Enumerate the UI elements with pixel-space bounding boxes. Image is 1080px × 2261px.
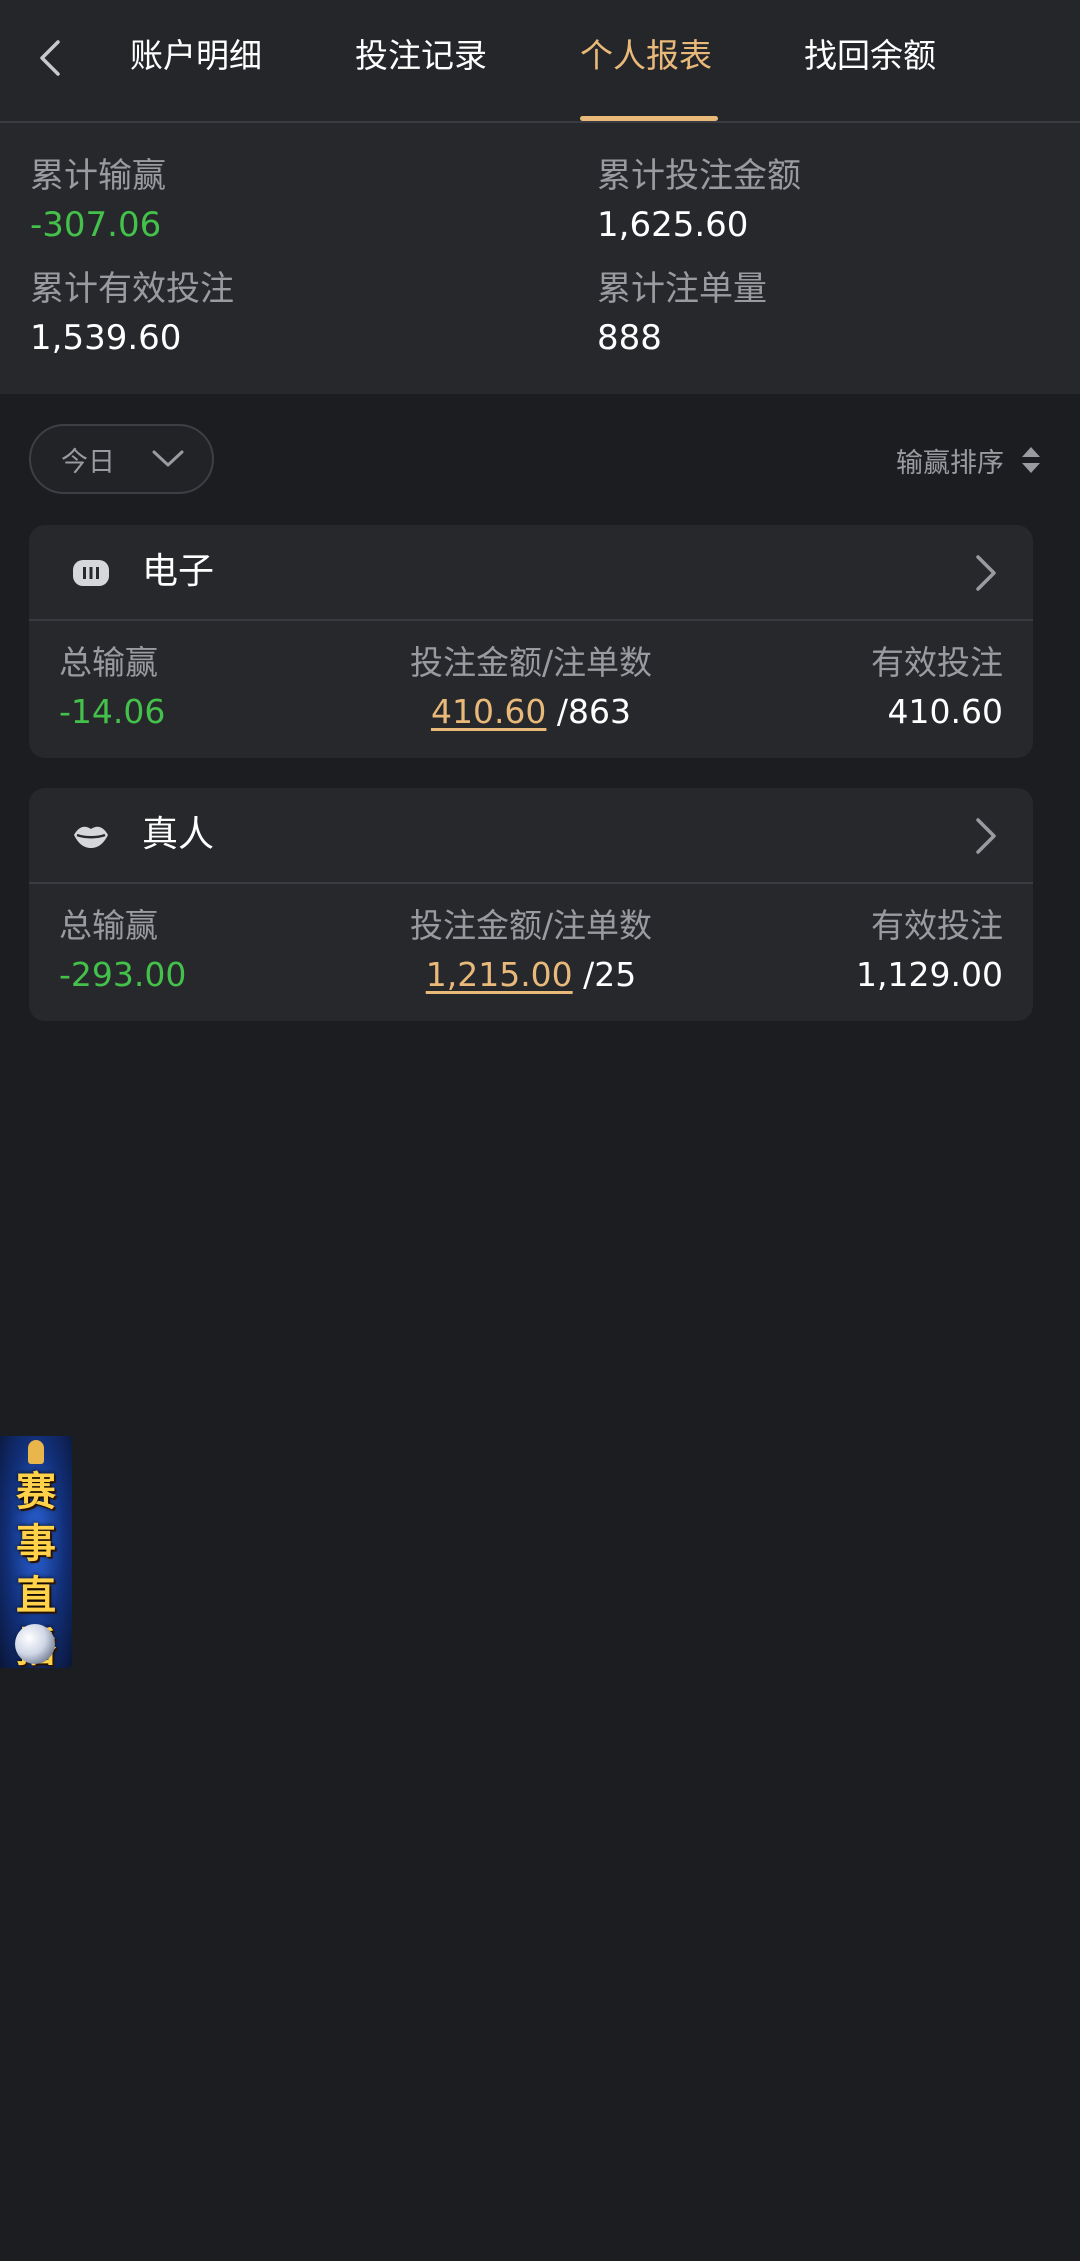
period-dropdown[interactable]: 今日 xyxy=(29,424,214,494)
stat-label: 累计有效投注 xyxy=(30,269,234,309)
lips-icon xyxy=(74,826,108,848)
stat-value: 1,625.60 xyxy=(597,205,749,245)
card-header[interactable]: 真人 xyxy=(29,788,1033,884)
live-events-promo-banner[interactable]: 赛事直播 xyxy=(0,1436,72,1668)
valid-bet-value: 1,129.00 xyxy=(856,955,1003,994)
slot-machine-icon xyxy=(73,560,109,586)
stat-label: 累计投注金额 xyxy=(597,156,801,196)
chevron-right-icon xyxy=(976,818,996,854)
stat-bet-amount: 累计投注金额 1,625.60 xyxy=(597,155,801,246)
soccer-ball-icon xyxy=(15,1624,55,1664)
valid-bet-value: 410.60 xyxy=(887,692,1003,731)
valid-bet-label: 有效投注 xyxy=(871,643,1003,682)
bet-amount-link[interactable]: 410.60 xyxy=(431,692,546,731)
stat-valid-bet: 累计有效投注 1,539.60 xyxy=(30,268,234,359)
stat-label: 累计输赢 xyxy=(30,156,166,196)
trophy-icon xyxy=(28,1440,44,1464)
bet-count: /25 xyxy=(583,955,637,994)
stat-value: 888 xyxy=(597,318,662,358)
top-nav: 账户明细 投注记录 个人报表 找回余额 xyxy=(0,0,1080,123)
sort-label: 输赢排序 xyxy=(896,447,1004,479)
chevron-left-icon xyxy=(40,40,60,76)
summary-panel: 累计输赢 -307.06 累计投注金额 1,625.60 累计有效投注 1,53… xyxy=(0,123,1080,394)
stat-label: 累计注单量 xyxy=(597,269,767,309)
back-button[interactable] xyxy=(22,28,78,88)
card-title: 真人 xyxy=(142,814,215,855)
sort-win-loss-button[interactable]: 输赢排序 xyxy=(896,440,1042,480)
stat-win-loss: 累计输赢 -307.06 xyxy=(30,155,166,246)
category-card-electronic: 电子 总输赢 -14.06 投注金额/注单数 410.60 /863 有效投注 … xyxy=(29,525,1033,758)
tab-account-details[interactable]: 账户明细 xyxy=(130,28,262,88)
sort-icon xyxy=(1022,447,1040,473)
category-card-live: 真人 总输赢 -293.00 投注金额/注单数 1,215.00 /25 有效投… xyxy=(29,788,1033,1021)
bet-count: /863 xyxy=(556,692,632,731)
bet-amount-count: 410.60 /863 xyxy=(29,692,1033,732)
card-header[interactable]: 电子 xyxy=(29,525,1033,621)
card-title: 电子 xyxy=(142,551,215,592)
chevron-down-icon xyxy=(152,450,184,467)
tab-recover-balance[interactable]: 找回余额 xyxy=(804,28,936,88)
period-selected: 今日 xyxy=(61,446,115,478)
chevron-right-icon xyxy=(976,555,996,591)
stat-order-count: 累计注单量 888 xyxy=(597,268,767,359)
active-tab-indicator xyxy=(580,116,718,121)
stat-value: -307.06 xyxy=(30,205,162,245)
tab-personal-report[interactable]: 个人报表 xyxy=(580,28,712,88)
bet-amount-link[interactable]: 1,215.00 xyxy=(426,955,573,994)
tab-bet-records[interactable]: 投注记录 xyxy=(355,28,487,88)
stat-value: 1,539.60 xyxy=(30,318,182,358)
valid-bet-label: 有效投注 xyxy=(871,906,1003,945)
